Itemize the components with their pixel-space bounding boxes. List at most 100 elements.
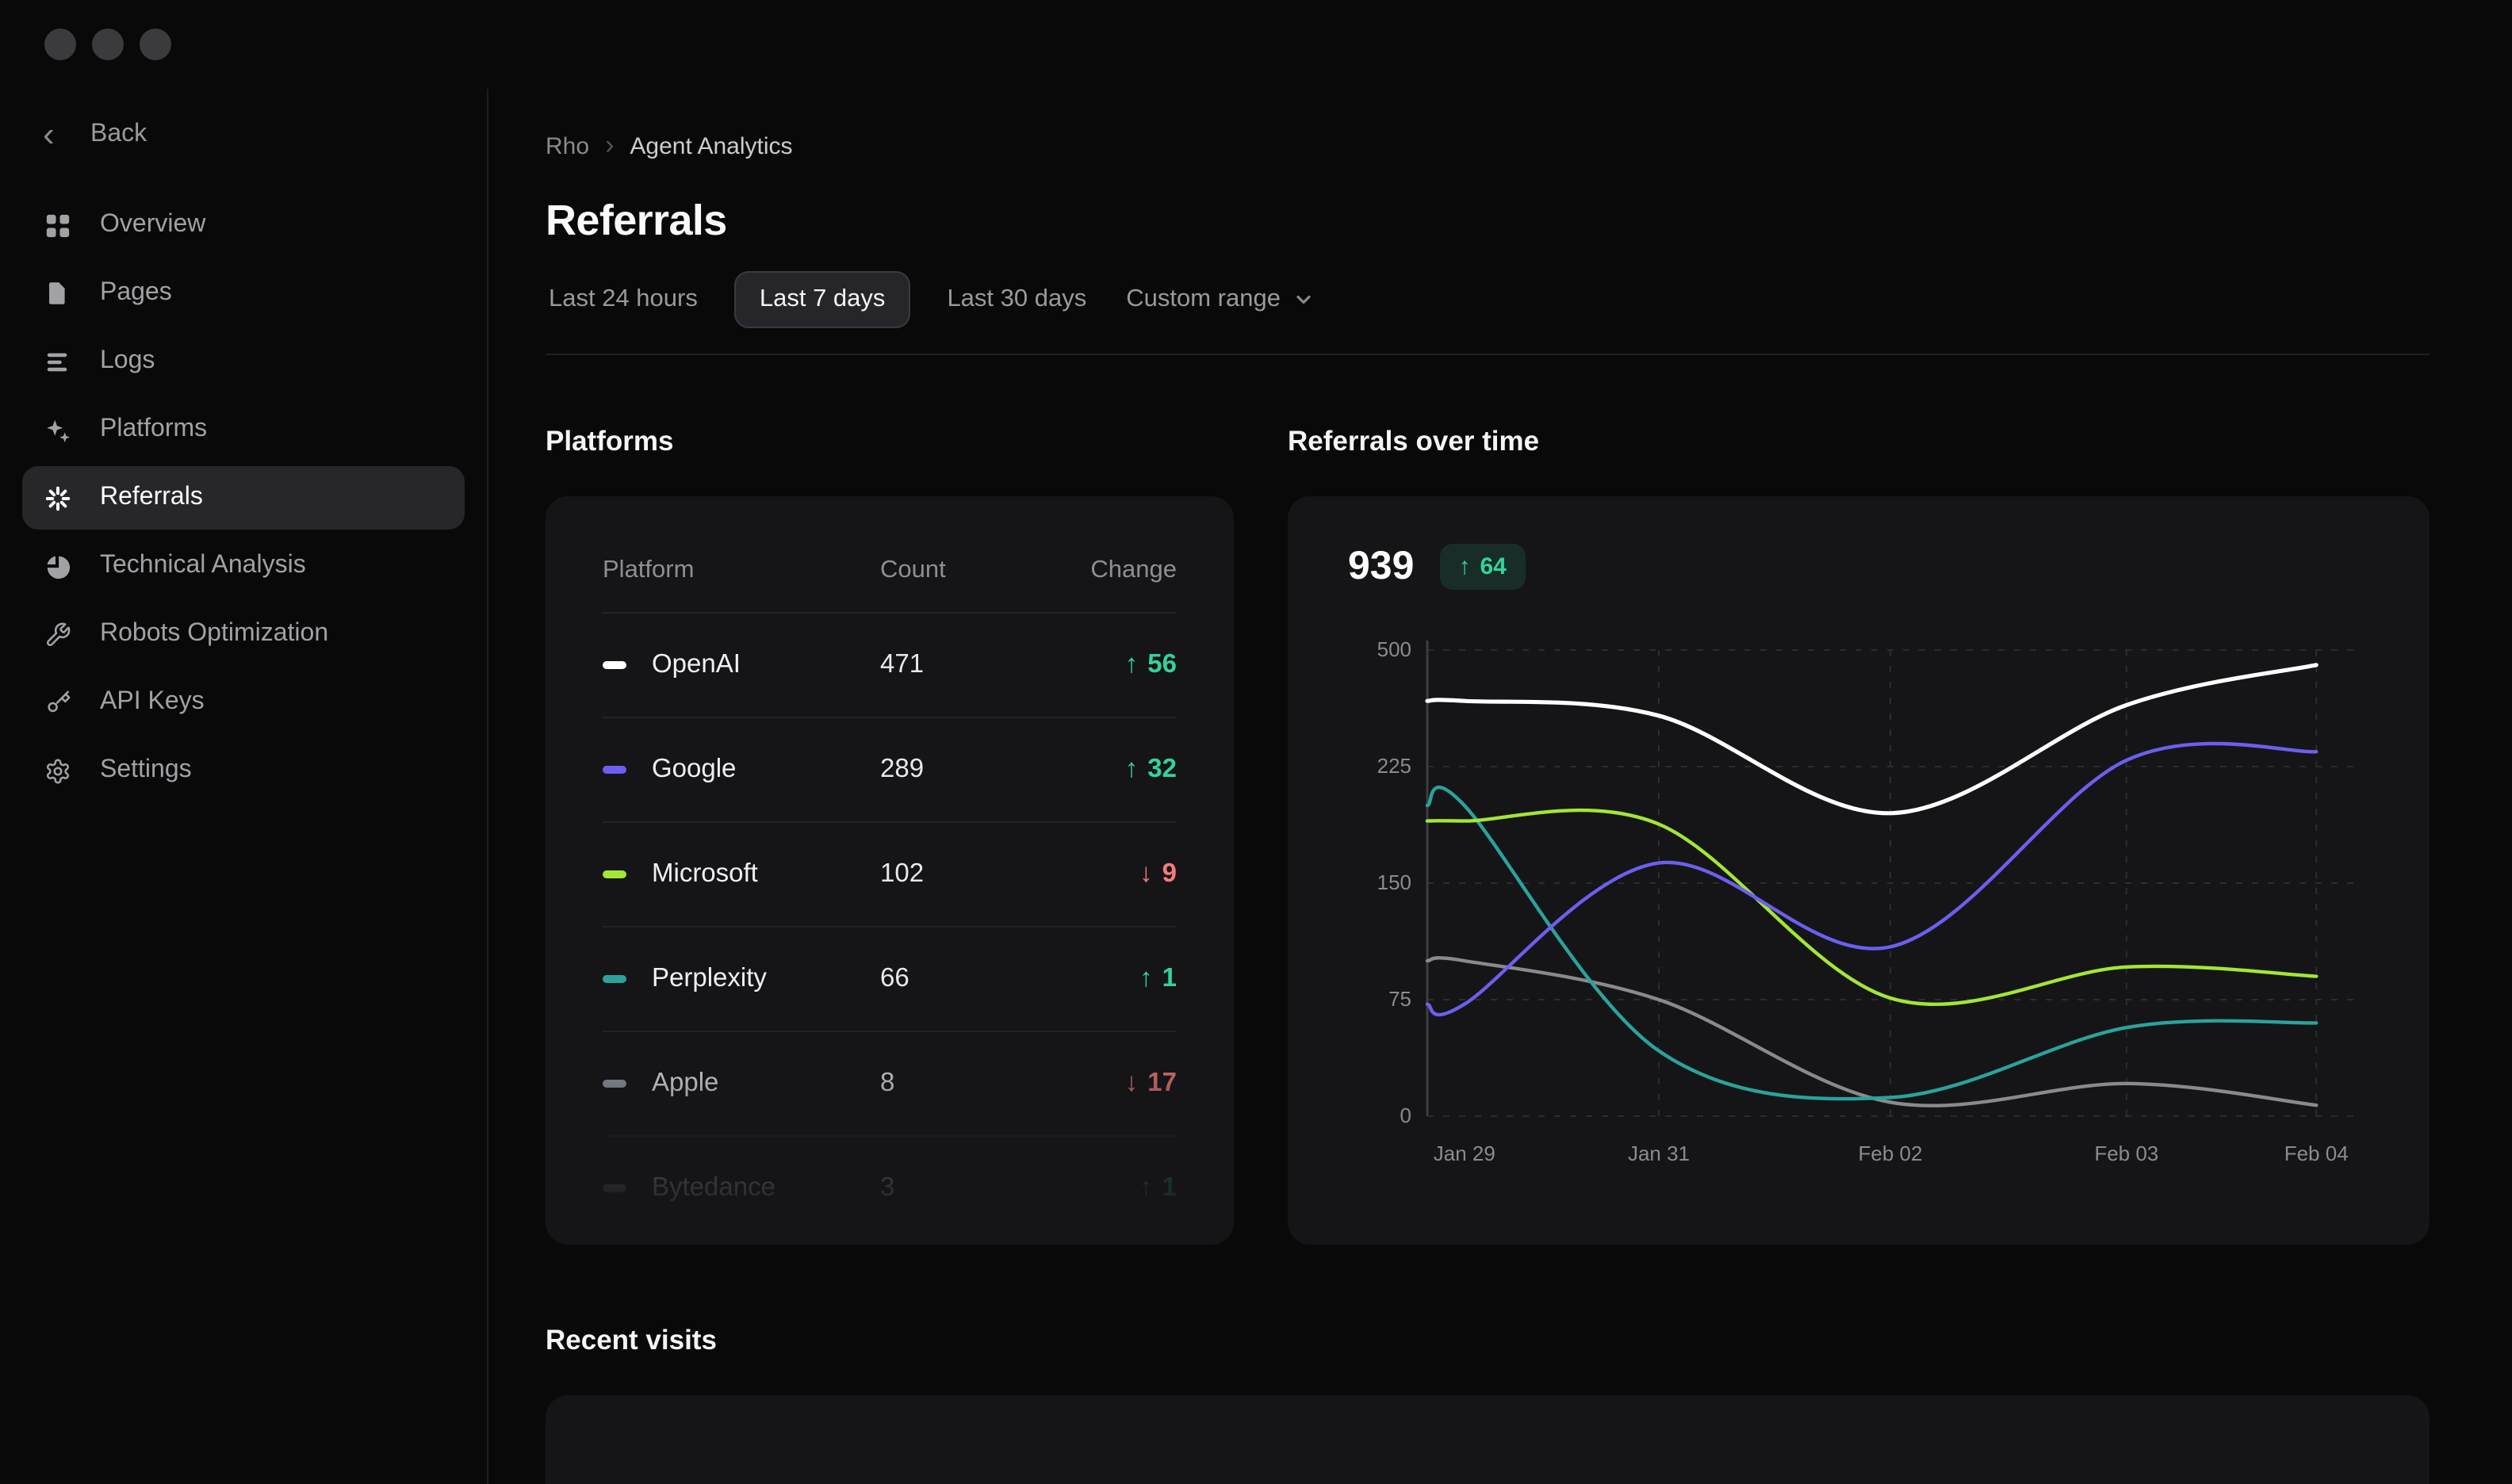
platform-name-cell: Bytedance	[603, 1173, 880, 1203]
change-value: 32	[1147, 755, 1177, 783]
referrals-section: Referrals over time 939 ↑ 64 0 75 150 225 50…	[1288, 425, 2430, 1245]
platform-name: Perplexity	[652, 964, 767, 993]
table-row-google[interactable]: Google 289 ↑ 32	[603, 717, 1177, 821]
breadcrumb-current: Agent Analytics	[630, 132, 793, 159]
delta-badge: ↑ 64	[1439, 544, 1526, 590]
platform-name-cell: OpenAI	[603, 650, 880, 680]
platform-name-cell: Microsoft	[603, 859, 880, 889]
window-control-button[interactable]	[92, 29, 124, 60]
sidebar-item-referrals[interactable]: Referrals	[22, 466, 465, 530]
referrals-heading: Referrals over time	[1288, 425, 1540, 457]
spinner-icon	[43, 484, 71, 512]
platform-name: Microsoft	[652, 859, 758, 888]
list-icon	[43, 347, 71, 376]
platforms-card: Platform Count Change OpenAI 471 ↑ 56 Google 28…	[546, 496, 1234, 1245]
platform-swatch-icon	[603, 1184, 626, 1192]
table-row-openai[interactable]: OpenAI 471 ↑ 56	[603, 614, 1177, 717]
sidebar-item-logs[interactable]: Logs	[22, 330, 465, 393]
platform-change: ↓ 9	[1055, 859, 1177, 889]
table-row-perplexity[interactable]: Perplexity 66 ↑ 1	[603, 926, 1177, 1031]
change-value: 9	[1162, 859, 1177, 888]
sidebar-item-label: Robots Optimization	[100, 620, 329, 647]
arrow-up-icon: ↑	[1124, 755, 1139, 783]
pie-icon	[43, 552, 71, 580]
table-row-microsoft[interactable]: Microsoft 102 ↓ 9	[603, 821, 1177, 926]
tab-last-24-hours[interactable]: Last 24 hours	[546, 271, 701, 328]
breadcrumb-root[interactable]: Rho	[546, 132, 589, 159]
document-icon	[43, 279, 71, 308]
referrals-stat-row: 939 ↑ 64	[1348, 544, 2369, 590]
sidebar-item-label: Platforms	[100, 415, 208, 442]
sidebar-item-label: Logs	[100, 347, 155, 374]
arrow-up-icon: ↑	[1139, 964, 1153, 993]
main-content: Rho › Agent Analytics Referrals Last 24 …	[488, 89, 2512, 1484]
window-control-button[interactable]	[44, 29, 76, 60]
window-control-button[interactable]	[140, 29, 171, 60]
tab-label: Last 30 days	[947, 285, 1087, 312]
svg-text:75: 75	[1388, 987, 1411, 1011]
breadcrumb: Rho › Agent Analytics	[546, 130, 2430, 162]
platform-swatch-icon	[603, 1080, 626, 1088]
svg-text:0: 0	[1400, 1103, 1411, 1127]
arrow-up-icon: ↑	[1139, 1173, 1153, 1202]
chevron-down-icon	[1293, 289, 1315, 311]
platform-change: ↑ 1	[1055, 964, 1177, 994]
platforms-section: Platforms Platform Count Change OpenAI 471 ↑…	[546, 425, 1234, 1245]
platform-swatch-icon	[603, 975, 626, 983]
platform-count: 471	[880, 650, 925, 679]
tab-custom-range[interactable]: Custom range	[1123, 271, 1319, 328]
sidebar-item-settings[interactable]: Settings	[22, 739, 465, 802]
platform-change: ↑ 32	[1055, 755, 1177, 785]
back-label: Back	[90, 120, 147, 147]
table-row-bytedance[interactable]: Bytedance 3 ↑ 1	[603, 1135, 1177, 1240]
change-value: 56	[1147, 650, 1177, 679]
svg-text:Feb 03: Feb 03	[2094, 1142, 2158, 1165]
window-controls	[0, 0, 2512, 89]
table-row-apple[interactable]: Apple 8 ↓ 17	[603, 1031, 1177, 1135]
platform-name: Bytedance	[652, 1173, 775, 1202]
sidebar-item-label: Technical Analysis	[100, 552, 306, 579]
sidebar-item-technical-analysis[interactable]: Technical Analysis	[22, 534, 465, 598]
tab-label: Last 7 days	[759, 285, 886, 312]
arrow-up-icon: ↑	[1124, 650, 1139, 679]
sidebar-item-robots-optimization[interactable]: Robots Optimization	[22, 602, 465, 666]
chevron-right-icon: ›	[605, 130, 615, 160]
platform-name: Apple	[652, 1069, 719, 1097]
column-header-change: Change	[1090, 556, 1177, 583]
tab-last-30-days[interactable]: Last 30 days	[944, 271, 1089, 328]
referrals-chart: 0 75 150 225 500 Jan 29 Jan 31 Feb 02 Feb 03 Feb …	[1377, 637, 2353, 1165]
svg-text:150: 150	[1377, 870, 1411, 894]
platform-count: 102	[880, 859, 925, 888]
platform-name-cell: Perplexity	[603, 964, 880, 994]
tab-label: Custom range	[1126, 285, 1281, 312]
referrals-card: 939 ↑ 64 0 75 150 225 500 Jan 29 Jan 31 Feb 02 F…	[1288, 496, 2430, 1245]
platform-swatch-icon	[603, 766, 626, 774]
sidebar-item-platforms[interactable]: Platforms	[22, 398, 465, 461]
sparkles-icon	[43, 415, 71, 444]
wrench-icon	[43, 620, 71, 648]
change-value: 17	[1147, 1069, 1177, 1097]
change-value: 1	[1162, 964, 1177, 993]
svg-text:500: 500	[1377, 637, 1411, 661]
sidebar-item-pages[interactable]: Pages	[22, 262, 465, 325]
grid-icon	[43, 211, 71, 239]
chevron-left-icon: ‹	[43, 114, 55, 154]
delta-value: 64	[1480, 553, 1507, 580]
sidebar-item-label: Referrals	[100, 484, 203, 511]
arrow-down-icon: ↓	[1139, 859, 1153, 888]
back-button[interactable]: ‹ Back	[22, 111, 465, 154]
sidebar-item-overview[interactable]: Overview	[22, 193, 465, 257]
platform-swatch-icon	[603, 661, 626, 669]
platform-swatch-icon	[603, 870, 626, 878]
platform-name: OpenAI	[652, 650, 741, 679]
platform-name: Google	[652, 755, 737, 783]
sidebar-item-api-keys[interactable]: API Keys	[22, 671, 465, 734]
platform-change: ↑ 1	[1055, 1173, 1177, 1203]
platforms-table-header: Platform Count Change	[603, 531, 1177, 614]
sidebar-item-label: Overview	[100, 211, 206, 238]
page-title: Referrals	[546, 197, 727, 244]
tab-last-7-days[interactable]: Last 7 days	[733, 271, 911, 328]
total-count: 939	[1348, 544, 1415, 588]
platform-change: ↑ 56	[1055, 650, 1177, 680]
column-header-platform: Platform	[603, 556, 695, 583]
